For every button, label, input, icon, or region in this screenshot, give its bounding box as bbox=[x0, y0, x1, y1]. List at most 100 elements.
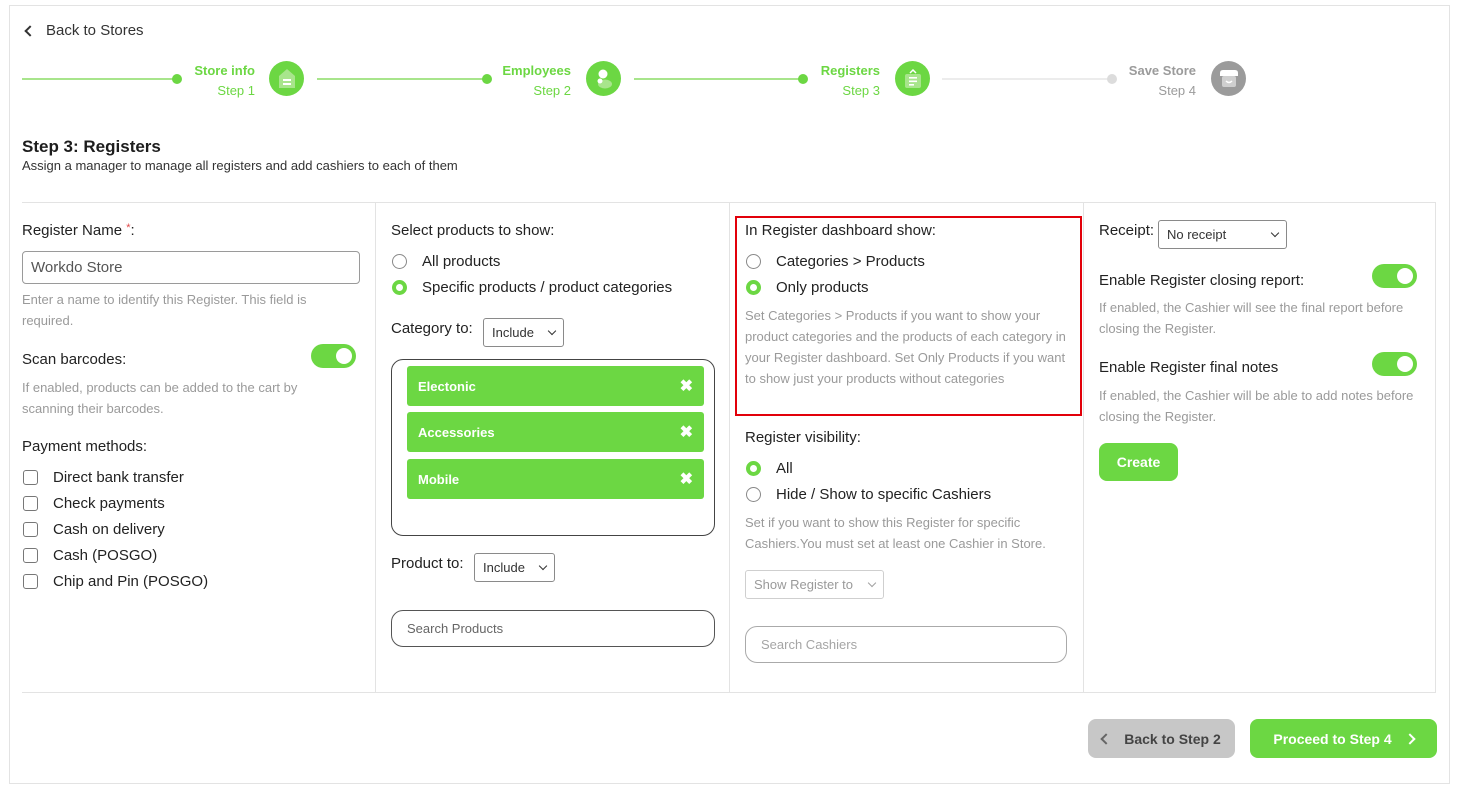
step-1[interactable]: Store info Step 1 bbox=[172, 61, 255, 101]
radio-label: Categories > Products bbox=[776, 253, 925, 270]
payment-method-cash-posgo[interactable]: Cash (POSGO) bbox=[23, 547, 157, 564]
radio-button[interactable] bbox=[392, 254, 407, 269]
category-chip: Accessories ✖ bbox=[407, 412, 704, 452]
step-subtitle: Step 4 bbox=[1158, 83, 1196, 98]
payment-method-direct-bank-transfer[interactable]: Direct bank transfer bbox=[23, 469, 184, 486]
scan-barcodes-toggle[interactable] bbox=[311, 344, 356, 368]
registers-icon bbox=[895, 61, 930, 96]
radio-button[interactable] bbox=[746, 487, 761, 502]
register-name-value: Workdo Store bbox=[31, 259, 123, 276]
progress-stepper: Store info Step 1 Employees Step 2 Regis… bbox=[22, 58, 1252, 102]
payment-method-check-payments[interactable]: Check payments bbox=[23, 495, 165, 512]
chevron-down-icon bbox=[1270, 228, 1280, 237]
final-notes-label: Enable Register final notes bbox=[1099, 359, 1279, 376]
remove-icon[interactable]: ✖ bbox=[680, 422, 693, 442]
show-register-to-select[interactable]: Show Register to bbox=[745, 570, 884, 599]
radio-only-products[interactable]: Only products bbox=[746, 279, 869, 296]
category-to-select[interactable]: Include bbox=[483, 318, 564, 347]
column-receipt-settings: Receipt: No receipt Enable Register clos… bbox=[1083, 203, 1436, 692]
payment-method-label: Cash (POSGO) bbox=[53, 547, 158, 564]
radio-button[interactable] bbox=[746, 280, 761, 295]
back-to-stores-link[interactable]: Back to Stores bbox=[24, 22, 144, 39]
closing-report-label: Enable Register closing report: bbox=[1099, 272, 1305, 289]
checkbox[interactable] bbox=[23, 574, 38, 589]
checkbox[interactable] bbox=[23, 522, 38, 537]
remove-icon[interactable]: ✖ bbox=[680, 469, 693, 489]
select-value: Include bbox=[483, 560, 525, 575]
search-products-input[interactable]: Search Products bbox=[391, 610, 715, 647]
create-button[interactable]: Create bbox=[1099, 443, 1178, 481]
back-to-step-2-button[interactable]: Back to Step 2 bbox=[1088, 719, 1235, 758]
proceed-to-step-4-button[interactable]: Proceed to Step 4 bbox=[1250, 719, 1437, 758]
product-to-select[interactable]: Include bbox=[474, 553, 555, 582]
checkbox[interactable] bbox=[23, 548, 38, 563]
radio-label: Hide / Show to specific Cashiers bbox=[776, 486, 992, 503]
register-name-help: Enter a name to identify this Register. … bbox=[22, 292, 307, 328]
radio-label: All bbox=[776, 460, 793, 477]
category-chip: Electonic ✖ bbox=[407, 366, 704, 406]
search-cashiers-input[interactable]: Search Cashiers bbox=[745, 626, 1067, 663]
search-cashiers-placeholder: Search Cashiers bbox=[761, 637, 858, 652]
step-subtitle: Step 3 bbox=[842, 83, 880, 98]
checkbox[interactable] bbox=[23, 496, 38, 511]
category-label: Accessories bbox=[418, 424, 495, 440]
scan-barcodes-help: If enabled, products can be added to the… bbox=[22, 380, 298, 416]
step-title: Registers bbox=[820, 63, 880, 78]
employees-icon bbox=[586, 61, 621, 96]
payment-method-label: Chip and Pin (POSGO) bbox=[53, 573, 209, 590]
step-subtitle: Step 1 bbox=[217, 83, 255, 98]
radio-visibility-specific[interactable]: Hide / Show to specific Cashiers bbox=[746, 486, 991, 503]
search-products-placeholder: Search Products bbox=[407, 621, 504, 636]
register-form: Register Name *: Workdo Store Enter a na… bbox=[22, 202, 1436, 693]
stepper-line bbox=[22, 78, 177, 80]
column-register-details: Register Name *: Workdo Store Enter a na… bbox=[22, 203, 375, 692]
back-to-stores-label: Back to Stores bbox=[46, 22, 144, 39]
store-info-icon bbox=[269, 61, 304, 96]
column-dashboard: In Register dashboard show: Categories >… bbox=[729, 203, 1083, 692]
scan-barcodes-label: Scan barcodes: bbox=[22, 351, 127, 368]
final-notes-toggle[interactable] bbox=[1372, 352, 1417, 376]
closing-report-toggle[interactable] bbox=[1372, 264, 1417, 288]
category-chip: Mobile ✖ bbox=[407, 459, 704, 499]
radio-label: Only products bbox=[776, 279, 869, 296]
chevron-down-icon bbox=[867, 578, 877, 587]
visibility-label: Register visibility: bbox=[745, 429, 861, 446]
payment-method-label: Check payments bbox=[53, 495, 165, 512]
remove-icon[interactable]: ✖ bbox=[680, 376, 693, 396]
category-list[interactable]: Electonic ✖ Accessories ✖ Mobile ✖ bbox=[391, 359, 715, 536]
chevron-left-icon bbox=[1100, 732, 1112, 745]
step-4[interactable]: Save Store Step 4 bbox=[1107, 61, 1196, 101]
radio-categories-products[interactable]: Categories > Products bbox=[746, 253, 925, 270]
receipt-select[interactable]: No receipt bbox=[1158, 220, 1287, 249]
save-store-icon bbox=[1211, 61, 1246, 96]
radio-label: Specific products / product categories bbox=[422, 279, 673, 296]
payment-method-cash-on-delivery[interactable]: Cash on delivery bbox=[23, 521, 165, 538]
radio-specific-products[interactable]: Specific products / product categories bbox=[392, 279, 672, 296]
register-name-label: Register Name *: bbox=[22, 222, 135, 239]
step-title: Employees bbox=[502, 63, 571, 78]
receipt-label: Receipt: bbox=[1099, 222, 1155, 239]
radio-label: All products bbox=[422, 253, 501, 270]
radio-button[interactable] bbox=[392, 280, 407, 295]
payment-method-chip-and-pin-posgo[interactable]: Chip and Pin (POSGO) bbox=[23, 573, 208, 590]
select-products-label: Select products to show: bbox=[391, 222, 555, 239]
radio-all-products[interactable]: All products bbox=[392, 253, 500, 270]
radio-visibility-all[interactable]: All bbox=[746, 460, 793, 477]
select-value: Show Register to bbox=[754, 577, 853, 592]
select-value: No receipt bbox=[1167, 227, 1227, 242]
step-2[interactable]: Employees Step 2 bbox=[482, 61, 571, 101]
closing-report-help: If enabled, the Cashier will see the fin… bbox=[1099, 300, 1404, 336]
radio-button[interactable] bbox=[746, 254, 761, 269]
step-subtitle: Step 2 bbox=[533, 83, 571, 98]
chevron-left-icon bbox=[24, 25, 36, 37]
payment-methods-label: Payment methods: bbox=[22, 438, 148, 455]
proceed-button-label: Proceed to Step 4 bbox=[1273, 730, 1392, 747]
select-value: Include bbox=[492, 325, 534, 340]
radio-button[interactable] bbox=[746, 461, 761, 476]
step-3[interactable]: Registers Step 3 bbox=[798, 61, 880, 101]
final-notes-help: If enabled, the Cashier will be able to … bbox=[1099, 388, 1414, 424]
step-title: Save Store bbox=[1128, 63, 1196, 78]
register-name-input[interactable]: Workdo Store bbox=[22, 251, 360, 284]
product-to-label: Product to: bbox=[391, 555, 464, 572]
checkbox[interactable] bbox=[23, 470, 38, 485]
